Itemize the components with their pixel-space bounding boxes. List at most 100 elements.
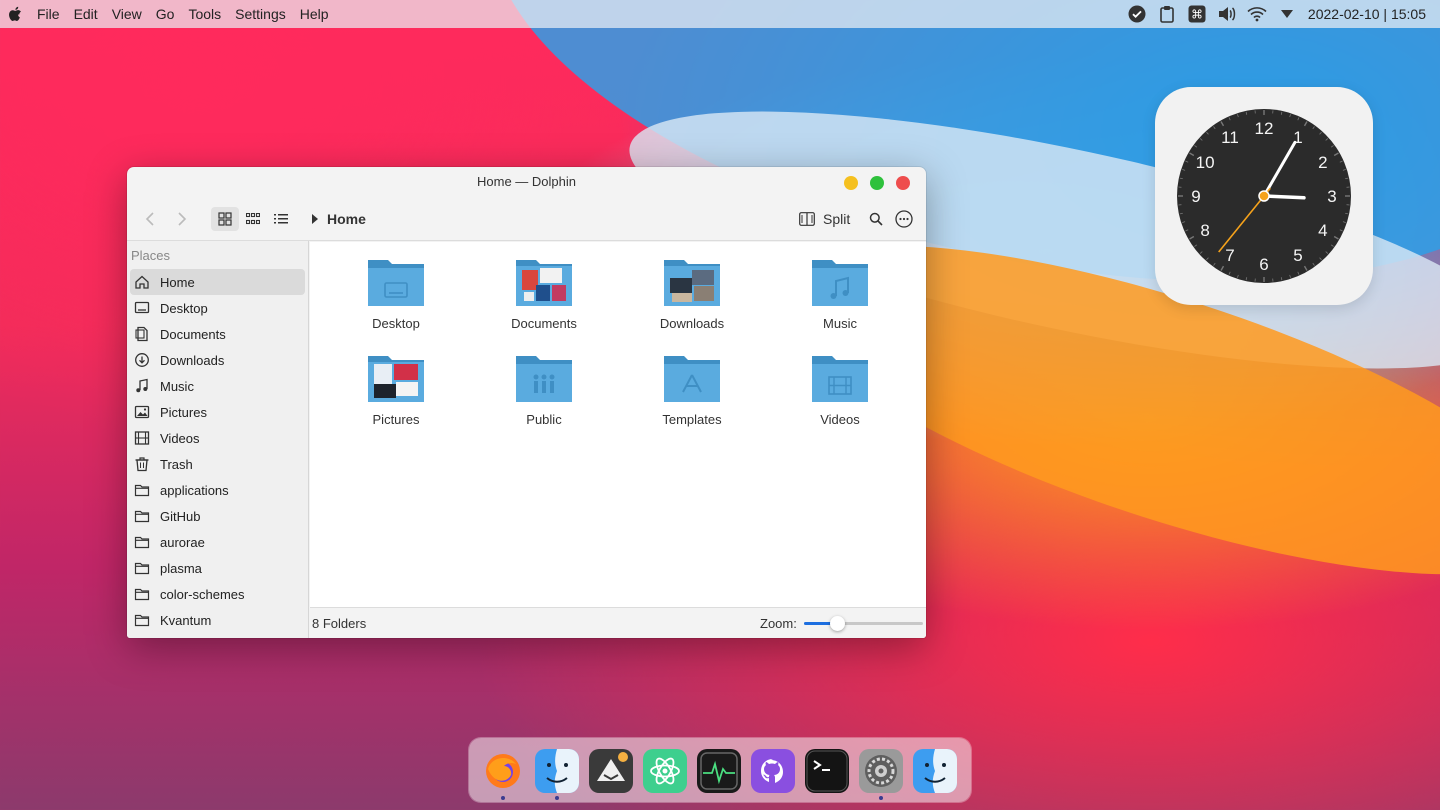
finder-icon[interactable] [535, 749, 579, 793]
atom-icon[interactable] [643, 749, 687, 793]
back-button[interactable] [139, 207, 161, 231]
sidebar-item-label: plasma [160, 560, 202, 576]
wifi-icon[interactable] [1242, 0, 1272, 28]
compact-view-button[interactable] [241, 207, 265, 231]
menubar-datetime[interactable]: 2022-02-10 | 15:05 [1302, 6, 1440, 22]
sidebar-item-color-schemes[interactable]: color-schemes [130, 581, 305, 607]
menu-go[interactable]: Go [149, 6, 182, 22]
system-tray: ⌘ 2022-02-10 | 15:05 [1122, 0, 1440, 28]
dock [469, 738, 971, 802]
sidebar-item-plasma[interactable]: plasma [130, 555, 305, 581]
sidebar-item-downloads[interactable]: Downloads [130, 347, 305, 373]
folder-label: Public [526, 412, 562, 427]
zoom-label: Zoom: [760, 616, 797, 631]
chevron-right-icon [178, 212, 187, 226]
sidebar-item-kvantum[interactable]: Kvantum [130, 607, 305, 633]
check-circle-icon[interactable] [1122, 0, 1152, 28]
volume-icon[interactable] [1212, 0, 1242, 28]
triangle-right-icon [312, 214, 318, 224]
folder-public[interactable]: Public [470, 352, 618, 448]
menu-file[interactable]: File [30, 6, 67, 22]
sidebar-item-trash[interactable]: Trash [130, 451, 305, 477]
folder-label: Pictures [372, 412, 420, 427]
places-sidebar: Places Home Desktop Documents Downloads Musi… [127, 241, 309, 638]
menu-tools[interactable]: Tools [181, 6, 228, 22]
folder-icon [134, 562, 150, 575]
more-menu-button[interactable] [893, 207, 915, 231]
menu-settings[interactable]: Settings [228, 6, 293, 22]
window-toolbar: Home Split [127, 199, 926, 241]
sidebar-item-label: Kvantum [160, 612, 212, 628]
forward-button[interactable] [171, 207, 193, 231]
sidebar-item-music[interactable]: Music [130, 373, 305, 399]
icons-view-button[interactable] [211, 207, 239, 231]
apple-logo-icon[interactable] [8, 6, 22, 22]
templates-folder-icon [664, 356, 720, 402]
folder-icon [134, 510, 150, 523]
folder-documents[interactable]: Documents [470, 256, 618, 352]
clock-numeral: 11 [1221, 128, 1239, 147]
sidebar-item-pictures[interactable]: Pictures [130, 399, 305, 425]
sidebar-item-videos[interactable]: Videos [130, 425, 305, 451]
clock-numeral: 8 [1200, 221, 1209, 240]
system-settings-icon[interactable] [859, 749, 903, 793]
firefox-icon[interactable] [481, 749, 525, 793]
home-icon [135, 275, 149, 289]
dropdown-triangle-icon[interactable] [1272, 0, 1302, 28]
split-button[interactable]: Split [799, 207, 855, 231]
running-indicator [879, 796, 883, 800]
folder-downloads[interactable]: Downloads [618, 256, 766, 352]
desktop-folder-icon [368, 260, 424, 306]
sidebar-item-github[interactable]: GitHub [130, 503, 305, 529]
minimize-button[interactable] [844, 176, 858, 190]
breadcrumb[interactable]: Home [311, 207, 371, 231]
file-view[interactable]: Desktop Documents Downloads Music Pictures Pu… [310, 242, 926, 607]
compact-grid-icon [246, 213, 260, 225]
menu-edit[interactable]: Edit [67, 6, 105, 22]
finder-icon[interactable] [913, 749, 957, 793]
zoom-slider[interactable] [804, 616, 923, 631]
sidebar-item-label: aurorae [160, 534, 205, 550]
sidebar-item-documents[interactable]: Documents [130, 321, 305, 347]
videos-folder-icon [812, 356, 868, 402]
close-button[interactable] [896, 176, 910, 190]
icon-grid-icon [218, 212, 232, 226]
clock-numeral: 2 [1318, 153, 1327, 172]
chevron-left-icon [145, 212, 154, 226]
search-icon [869, 212, 883, 226]
clock-widget[interactable]: 12 1 2 3 4 5 6 7 8 9 10 11 [1155, 87, 1373, 305]
hour-hand [1262, 194, 1306, 200]
sidebar-item-label: Documents [160, 326, 226, 342]
window-titlebar[interactable]: Home — Dolphin [127, 167, 926, 199]
sidebar-item-label: Trash [160, 456, 193, 472]
folder-videos[interactable]: Videos [766, 352, 914, 448]
desktop-icon [134, 301, 150, 314]
terminal-icon[interactable] [805, 749, 849, 793]
folder-desktop[interactable]: Desktop [322, 256, 470, 352]
details-view-button[interactable] [269, 207, 293, 231]
menu-help[interactable]: Help [293, 6, 336, 22]
folder-icon [134, 536, 150, 549]
folder-pictures[interactable]: Pictures [322, 352, 470, 448]
breadcrumb-home[interactable]: Home [327, 211, 366, 227]
sidebar-item-home[interactable]: Home [130, 269, 305, 295]
clock-numeral: 10 [1196, 153, 1215, 172]
sidebar-item-desktop[interactable]: Desktop [130, 295, 305, 321]
menu-view[interactable]: View [105, 6, 149, 22]
folder-music[interactable]: Music [766, 256, 914, 352]
sidebar-item-aurorae[interactable]: aurorae [130, 529, 305, 555]
maximize-button[interactable] [870, 176, 884, 190]
sidebar-item-applications[interactable]: applications [130, 477, 305, 503]
github-desktop-icon[interactable] [751, 749, 795, 793]
command-icon[interactable]: ⌘ [1182, 0, 1212, 28]
folder-count: 8 Folders [312, 616, 367, 631]
top-menubar: File Edit View Go Tools Settings Help ⌘ … [0, 0, 1440, 28]
folder-templates[interactable]: Templates [618, 352, 766, 448]
inkscape-icon[interactable] [589, 749, 633, 793]
videos-icon [134, 431, 150, 445]
zoom-slider-handle[interactable] [830, 616, 846, 631]
clipboard-icon[interactable] [1152, 0, 1182, 28]
search-button[interactable] [865, 207, 887, 231]
activity-monitor-icon[interactable] [697, 749, 741, 793]
folder-label: Music [823, 316, 857, 331]
